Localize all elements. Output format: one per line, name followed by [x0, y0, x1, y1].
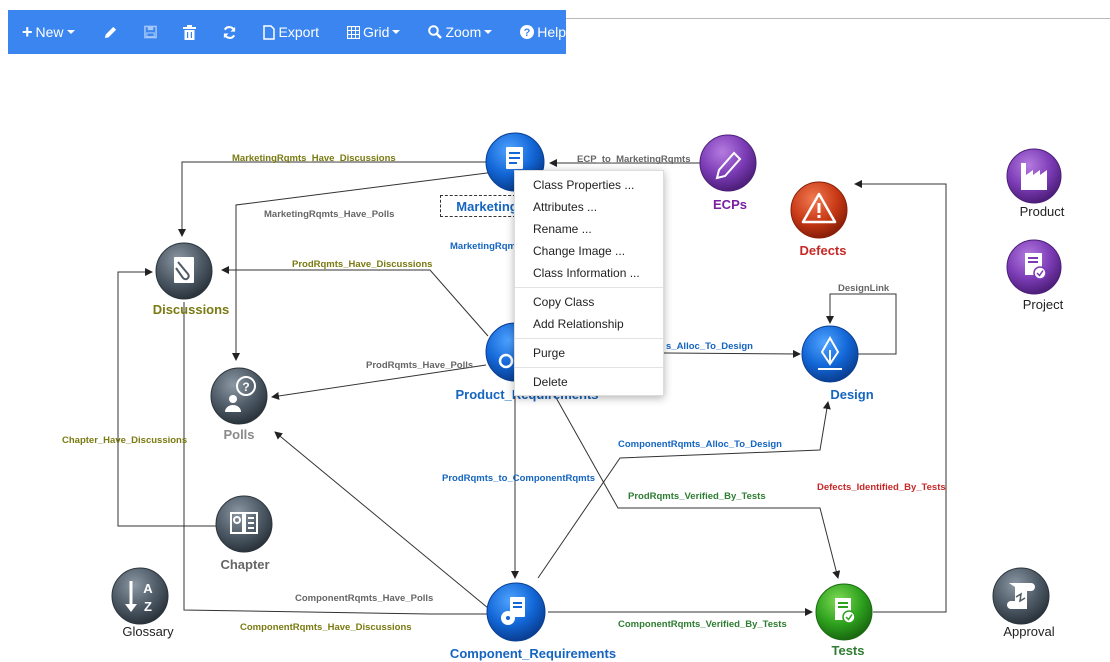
node-product[interactable] [1006, 148, 1062, 204]
svg-text:?: ? [242, 380, 249, 394]
menu-divider [515, 338, 663, 339]
edge-label[interactable]: ComponentRqmts_Alloc_To_Design [618, 439, 782, 450]
edge-label[interactable]: ProdRqmts_Have_Polls [366, 360, 473, 371]
edge-label[interactable]: Chapter_Have_Discussions [62, 435, 187, 446]
menu-item-copy-class[interactable]: Copy Class [515, 291, 663, 313]
node-ecps[interactable] [699, 134, 757, 192]
node-label-discussions[interactable]: Discussions [153, 302, 230, 317]
edge-label[interactable]: Defects_Identified_By_Tests [817, 482, 946, 493]
node-chapter[interactable] [215, 495, 273, 553]
edge-label[interactable]: ProdRqmts_Verified_By_Tests [628, 491, 766, 502]
svg-text:A: A [143, 581, 153, 596]
node-label-polls[interactable]: Polls [223, 427, 254, 442]
menu-divider [515, 287, 663, 288]
node-label-defects[interactable]: Defects [800, 243, 847, 258]
context-menu: Class Properties ... Attributes ... Rena… [514, 170, 664, 396]
edge-component-polls[interactable] [274, 431, 489, 609]
menu-item-attributes[interactable]: Attributes ... [515, 196, 663, 218]
menu-item-add-relationship[interactable]: Add Relationship [515, 313, 663, 335]
node-approval[interactable] [992, 567, 1050, 625]
edge-label[interactable]: ProdRqmts_Have_Discussions [292, 259, 432, 270]
edge-label[interactable]: ECP_to_MarketingRqmts [577, 154, 691, 165]
document-icon [506, 147, 523, 169]
edge-component-design[interactable] [537, 401, 831, 579]
node-label-component-requirements[interactable]: Component_Requirements [450, 646, 616, 661]
edge-label[interactable]: ComponentRqmts_Verified_By_Tests [618, 619, 787, 630]
node-label-design[interactable]: Design [830, 387, 873, 402]
menu-item-change-image[interactable]: Change Image ... [515, 240, 663, 262]
menu-divider [515, 367, 663, 368]
paperclip-document-icon [174, 257, 194, 283]
svg-text:Z: Z [144, 599, 152, 614]
node-label-approval[interactable]: Approval [1003, 624, 1054, 639]
menu-item-class-properties[interactable]: Class Properties ... [515, 174, 663, 196]
node-project[interactable] [1006, 239, 1062, 295]
node-label-product[interactable]: Product [1020, 204, 1065, 219]
edge-label[interactable]: s_Alloc_To_Design [666, 341, 753, 352]
edge-label[interactable]: MarketingRqm [450, 241, 516, 252]
menu-item-class-information[interactable]: Class Information ... [515, 262, 663, 284]
node-discussions[interactable] [155, 242, 213, 300]
node-tests[interactable] [815, 583, 873, 641]
node-polls[interactable]: ? [210, 367, 268, 425]
edge-label[interactable]: ProdRqmts_to_ComponentRqmts [442, 473, 595, 484]
node-label-marketing[interactable]: Marketing [456, 199, 517, 214]
node-design[interactable] [801, 325, 859, 383]
edge-label[interactable]: MarketingRqmts_Have_Polls [264, 209, 394, 220]
edge-label[interactable]: DesignLink [838, 283, 890, 294]
edge-label[interactable]: MarketingRqmts_Have_Discussions [232, 153, 396, 164]
node-defects[interactable] [790, 181, 848, 239]
node-label-ecps[interactable]: ECPs [713, 197, 747, 212]
menu-item-purge[interactable]: Purge [515, 342, 663, 364]
node-label-glossary[interactable]: Glossary [122, 624, 173, 639]
node-label-project[interactable]: Project [1023, 297, 1063, 312]
node-component-requirements[interactable] [486, 582, 546, 642]
edge-label[interactable]: ComponentRqmts_Have_Polls [295, 593, 433, 604]
edge-prod-discussions[interactable] [221, 266, 489, 337]
edge-label[interactable]: ComponentRqmts_Have_Discussions [240, 622, 412, 633]
node-glossary[interactable]: A Z [111, 567, 169, 625]
node-label-chapter[interactable]: Chapter [220, 557, 269, 572]
menu-item-delete[interactable]: Delete [515, 371, 663, 393]
node-label-tests[interactable]: Tests [832, 643, 865, 658]
menu-item-rename[interactable]: Rename ... [515, 218, 663, 240]
